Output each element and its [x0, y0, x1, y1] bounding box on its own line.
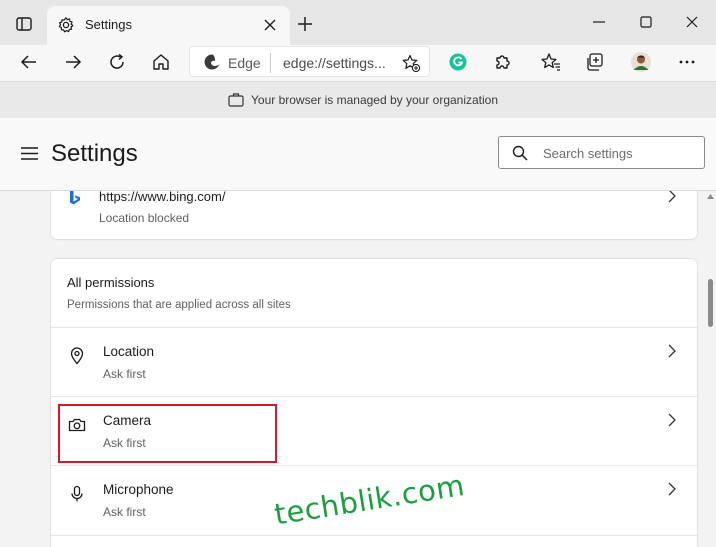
gear-icon — [58, 17, 74, 33]
minimize-icon[interactable] — [590, 13, 608, 31]
tab-actions-icon[interactable] — [15, 15, 33, 33]
address-divider — [270, 53, 271, 73]
more-options-icon[interactable] — [676, 51, 698, 73]
site-permission-card[interactable]: https://www.bing.com/ Location blocked — [51, 191, 697, 239]
add-favorite-icon[interactable] — [401, 53, 421, 73]
grammarly-icon[interactable] — [447, 51, 469, 73]
search-icon — [512, 145, 528, 161]
site-identity-label: Edge — [228, 55, 261, 71]
menu-icon[interactable] — [21, 147, 38, 160]
collections-icon[interactable] — [584, 51, 606, 73]
search-input[interactable] — [543, 143, 693, 163]
chevron-right-icon — [668, 344, 676, 358]
maximize-icon[interactable] — [637, 13, 655, 31]
search-settings-box[interactable] — [498, 136, 705, 169]
title-bar: Settings — [0, 0, 716, 45]
navigation-toolbar: Edge edge://settings... — [0, 45, 716, 81]
settings-header: Settings — [0, 118, 716, 191]
site-status: Location blocked — [99, 211, 190, 225]
next-permission-row-partial — [51, 535, 697, 547]
profile-avatar[interactable] — [630, 51, 652, 73]
home-icon[interactable] — [150, 51, 172, 73]
briefcase-icon — [228, 93, 244, 107]
address-bar[interactable]: Edge edge://settings... — [189, 46, 430, 77]
page-title: Settings — [51, 140, 138, 167]
close-tab-icon[interactable] — [262, 17, 278, 33]
tab-title: Settings — [85, 17, 132, 32]
favorites-icon[interactable] — [540, 51, 562, 73]
scroll-up-arrow-icon[interactable] — [707, 194, 714, 199]
managed-message: Your browser is managed by your organiza… — [251, 93, 499, 107]
permission-row-location[interactable]: Location Ask first — [51, 327, 697, 396]
tab-settings[interactable]: Settings — [47, 6, 290, 45]
location-pin-icon — [70, 347, 84, 365]
extensions-icon[interactable] — [491, 51, 513, 73]
permission-name: Location — [103, 344, 155, 359]
camera-highlight-box — [58, 404, 277, 463]
scrollbar-thumb[interactable] — [708, 279, 713, 327]
url-text[interactable]: edge://settings... — [283, 55, 386, 71]
refresh-icon[interactable] — [106, 51, 128, 73]
chevron-right-icon — [668, 482, 676, 496]
microphone-icon — [71, 485, 83, 502]
edge-logo-icon — [204, 54, 220, 70]
chevron-right-icon — [668, 191, 676, 203]
forward-icon[interactable] — [62, 51, 84, 73]
section-subheading: Permissions that are applied across all … — [67, 299, 291, 311]
section-heading: All permissions — [67, 275, 155, 290]
vertical-scrollbar[interactable] — [705, 191, 716, 547]
managed-by-organization-bar[interactable]: Your browser is managed by your organiza… — [0, 81, 716, 118]
permission-status: Ask first — [103, 505, 146, 519]
chevron-right-icon — [668, 413, 676, 427]
close-window-icon[interactable] — [683, 13, 701, 31]
bing-icon — [70, 191, 80, 205]
back-icon[interactable] — [18, 51, 40, 73]
site-url: https://www.bing.com/ — [99, 191, 226, 204]
permission-status: Ask first — [103, 367, 146, 381]
new-tab-icon[interactable] — [296, 15, 314, 33]
permission-name: Microphone — [103, 482, 174, 497]
